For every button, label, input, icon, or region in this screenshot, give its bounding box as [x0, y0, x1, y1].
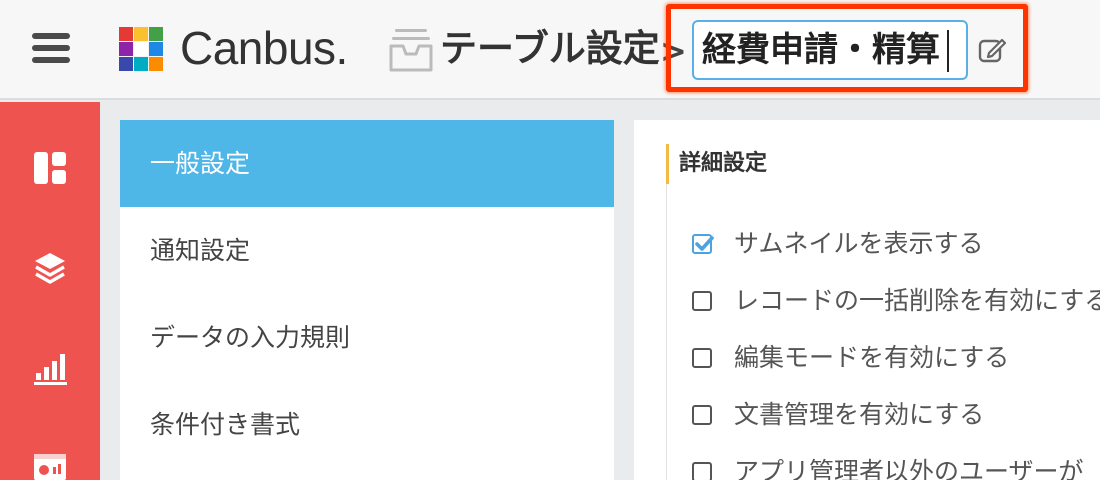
- checkbox[interactable]: [692, 291, 712, 311]
- text-caret: [947, 30, 949, 72]
- table-tray-icon: [389, 29, 433, 72]
- checkbox[interactable]: [692, 405, 712, 425]
- menu-item-notification-settings[interactable]: 通知設定: [120, 207, 614, 294]
- edit-icon[interactable]: [978, 36, 1008, 64]
- checkbox[interactable]: [692, 348, 712, 368]
- layers-icon[interactable]: [32, 250, 68, 286]
- option-edit-mode[interactable]: 編集モードを有効にする: [692, 340, 1100, 376]
- dashboard-icon[interactable]: [32, 150, 68, 186]
- option-label: サムネイルを表示する: [734, 229, 984, 258]
- side-rail: [0, 102, 100, 480]
- section-title: 詳細設定: [666, 144, 767, 184]
- option-show-thumbnail[interactable]: サムネイルを表示する: [692, 226, 1100, 262]
- app-name: Canbus.: [180, 22, 348, 74]
- option-bulk-delete[interactable]: レコードの一括削除を有効にする: [692, 283, 1100, 319]
- settings-menu: 一般設定 通知設定 データの入力規則 条件付き書式: [120, 120, 614, 480]
- option-label: アプリ管理者以外のユーザーが: [734, 457, 1084, 480]
- menu-item-general-settings[interactable]: 一般設定: [120, 120, 614, 207]
- option-non-admin-users[interactable]: アプリ管理者以外のユーザーが: [692, 454, 1100, 480]
- hamburger-menu-icon[interactable]: [32, 31, 70, 65]
- breadcrumb-table-settings: テーブル設定: [440, 27, 660, 70]
- checkbox-checked[interactable]: [692, 234, 714, 254]
- option-label: レコードの一括削除を有効にする: [734, 286, 1100, 315]
- menu-item-conditional-formatting[interactable]: 条件付き書式: [120, 381, 614, 468]
- check-icon: [695, 236, 714, 251]
- bar-chart-icon[interactable]: [32, 350, 68, 386]
- option-label: 文書管理を有効にする: [734, 400, 985, 429]
- option-document-management[interactable]: 文書管理を有効にする: [692, 397, 1100, 433]
- menu-item-input-rules[interactable]: データの入力規則: [120, 294, 614, 381]
- report-icon[interactable]: [32, 450, 68, 480]
- checkbox[interactable]: [692, 462, 712, 480]
- detail-settings-panel: 詳細設定 サムネイルを表示する レコードの一括削除を有効にする 編集モードを有効…: [634, 120, 1100, 480]
- app-header: Canbus. テーブル設定 > 経費申請・精算: [0, 0, 1100, 100]
- table-name-input[interactable]: 経費申請・精算: [692, 20, 968, 80]
- option-label: 編集モードを有効にする: [734, 343, 1010, 372]
- canbus-logo-icon: [119, 27, 163, 71]
